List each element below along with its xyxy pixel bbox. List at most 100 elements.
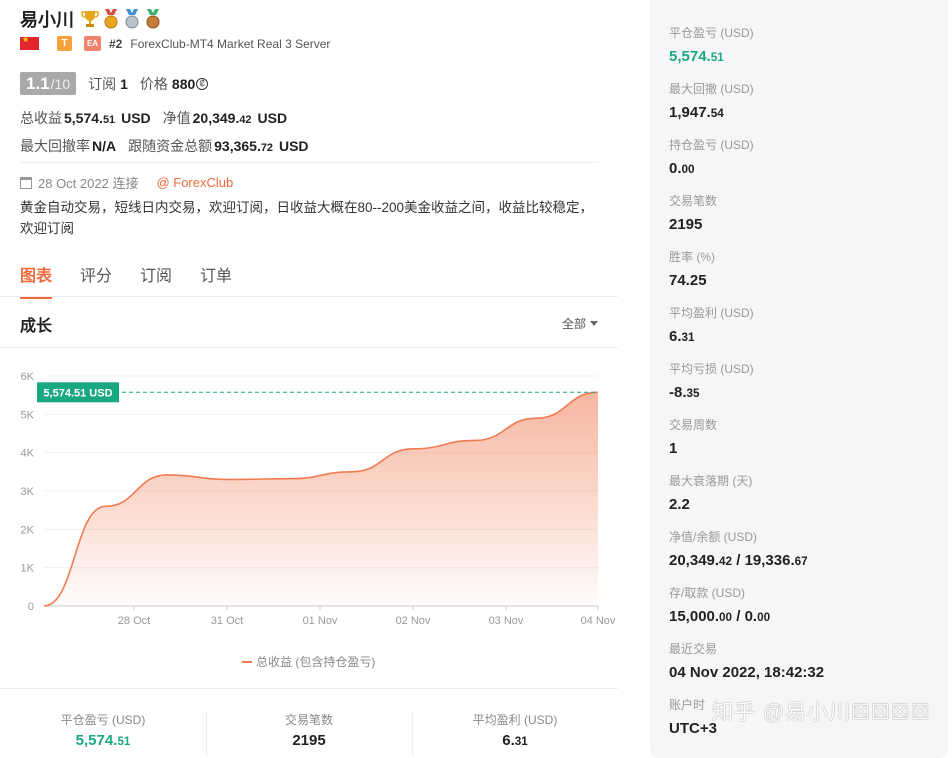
total-profit-unit: USD bbox=[121, 110, 151, 126]
stat-label: 平仓盈亏 (USD) bbox=[60, 713, 146, 727]
range-select-label: 全部 bbox=[561, 317, 586, 331]
badge-ea: EA bbox=[84, 36, 101, 51]
rating-badge: 1.1 /10 bbox=[20, 72, 77, 95]
stats-sidebar: 平仓盈亏 (USD) 5,574.51 最大回撤 (USD) 1,947.54 持仓… bbox=[650, 0, 948, 758]
stat-label: 最大回撤 (USD) bbox=[669, 82, 754, 96]
rating-max: /10 bbox=[50, 76, 71, 92]
stat-label: 存/取款 (USD) bbox=[669, 586, 745, 600]
stat-label: 交易笔数 bbox=[669, 194, 718, 208]
right-stat: 胜率 (%) 74.25 bbox=[669, 248, 715, 289]
right-stat: 交易笔数 2195 bbox=[669, 192, 717, 233]
gold-medal-icon bbox=[104, 9, 118, 29]
y-tick-label: 5K bbox=[21, 409, 35, 421]
equity-unit: USD bbox=[257, 110, 288, 126]
stat-label: 平均盈利 (USD) bbox=[472, 713, 558, 727]
stat-label: 平仓盈亏 (USD) bbox=[669, 26, 754, 40]
caret-down-icon bbox=[590, 321, 598, 326]
max-dd-value: N/A bbox=[92, 138, 117, 154]
stat-label: 平均盈利 (USD) bbox=[669, 306, 754, 320]
connected-date: 28 Oct 2022 连接 bbox=[38, 176, 139, 191]
stat-value: 20,349.42 / 19,336.67 bbox=[669, 552, 808, 569]
left-panel: 易小川 T EA #2 ForexClub-MT4 Market Real 3 … bbox=[0, 0, 618, 758]
tab-bar: 图表 评分 订阅 订单 bbox=[20, 262, 232, 299]
tab-rating[interactable]: 评分 bbox=[80, 262, 112, 299]
stat-label: 交易笔数 bbox=[284, 713, 333, 727]
right-stat: 平仓盈亏 (USD) 5,574.51 bbox=[669, 24, 754, 65]
right-stat: 持仓盈亏 (USD) 0.00 bbox=[669, 136, 754, 177]
range-select[interactable]: 全部 bbox=[562, 315, 598, 332]
watermark: 知乎 @易小川☒☒☒☒ bbox=[712, 701, 931, 724]
right-stat: 最近交易 04 Nov 2022, 18:42:32 bbox=[669, 640, 824, 681]
stat-value: 2.2 bbox=[669, 496, 690, 513]
stat-value: 1,947.54 bbox=[669, 104, 724, 121]
meta-row: T EA #2 ForexClub-MT4 Market Real 3 Serv… bbox=[20, 35, 331, 51]
title-row: 易小川 bbox=[20, 6, 162, 32]
legend-label: 总收益 (包含持仓盈亏) bbox=[256, 655, 376, 669]
stat-label: 最大衰落期 (天) bbox=[669, 474, 753, 488]
stat-label: 净值/余额 (USD) bbox=[669, 530, 757, 544]
right-stat: 存/取款 (USD) 15,000.00 / 0.00 bbox=[669, 584, 770, 625]
divider bbox=[20, 162, 598, 163]
stat-value: UTC+3 bbox=[669, 720, 717, 737]
x-tick-label: 28 Oct bbox=[118, 615, 150, 627]
stat-value: 0.00 bbox=[669, 160, 695, 177]
right-stat: 净值/余额 (USD) 20,349.42 / 19,336.67 bbox=[669, 528, 808, 569]
x-tick-label: 03 Nov bbox=[489, 615, 524, 627]
equity-label: 净值 bbox=[162, 110, 191, 126]
current-value-label: 5,574.51 USD bbox=[43, 387, 112, 399]
follow-funds-value: 93,365.72 bbox=[214, 138, 273, 154]
total-profit-value: 5,574.51 bbox=[64, 110, 116, 126]
right-stat: 交易周数 1 bbox=[669, 416, 717, 457]
growth-chart[interactable]: 0 1K 2K 3K 4K 5K 6K 28 Oct 31 Oct 01 Nov 02 Nov 03 … bbox=[0, 350, 618, 640]
strategy-name: 易小川 bbox=[20, 10, 74, 30]
chart-divider bbox=[0, 347, 618, 348]
silver-medal-icon bbox=[125, 9, 139, 29]
coin-icon: ₡ bbox=[196, 77, 209, 90]
bottom-stat-trades: 交易笔数 2195 bbox=[206, 689, 412, 758]
y-tick-label: 6K bbox=[21, 371, 35, 383]
stat-label: 平均亏损 (USD) bbox=[669, 362, 754, 376]
y-tick-label: 4K bbox=[21, 448, 35, 460]
calendar-icon bbox=[20, 176, 32, 189]
strategy-description: 黄金自动交易，短线日内交易，欢迎订阅，日收益大概在80--200美金收益之间，收… bbox=[20, 200, 594, 236]
chart-legend[interactable]: 总收益 (包含持仓盈亏) bbox=[242, 653, 375, 670]
tab-chart[interactable]: 图表 bbox=[20, 262, 53, 299]
stat-value: 2195 bbox=[292, 732, 326, 749]
rating-row: 1.1 /10 订阅 1 价格 880 ₡ bbox=[20, 72, 209, 95]
bottom-stat-closed-pnl: 平仓盈亏 (USD) 5,574.51 bbox=[0, 689, 206, 758]
tab-divider bbox=[0, 296, 618, 297]
x-tick-label: 31 Oct bbox=[211, 615, 243, 627]
price-value: 880 bbox=[171, 75, 196, 92]
stat-value: 04 Nov 2022, 18:42:32 bbox=[669, 664, 825, 681]
stat-value: -8.35 bbox=[669, 384, 700, 401]
y-tick-label: 0 bbox=[28, 601, 34, 613]
follow-funds-label: 跟随资金总额 bbox=[128, 138, 213, 154]
legend-swatch bbox=[242, 660, 252, 663]
x-tick-label: 04 Nov bbox=[581, 615, 616, 627]
stat-value: 74.25 bbox=[669, 272, 707, 289]
x-tick-label: 01 Nov bbox=[303, 615, 338, 627]
tab-orders[interactable]: 订单 bbox=[200, 262, 232, 299]
profit-line: 总收益 5,574.51 USD 净值 20,349.42 USD bbox=[20, 108, 291, 128]
server-name: ForexClub-MT4 Market Real 3 Server bbox=[130, 36, 331, 51]
y-tick-label: 3K bbox=[21, 486, 35, 498]
stat-label: 账户时 bbox=[669, 698, 706, 712]
stat-label: 持仓盈亏 (USD) bbox=[669, 138, 754, 152]
rating-value: 1.1 bbox=[26, 74, 50, 93]
broker-link[interactable]: @ ForexClub bbox=[156, 175, 233, 190]
stat-value: 5,574.51 bbox=[669, 48, 724, 65]
connection-row: 28 Oct 2022 连接 @ ForexClub bbox=[20, 173, 233, 192]
chart-title: 成长 bbox=[20, 318, 53, 335]
bronze-medal-icon bbox=[146, 9, 160, 29]
y-tick-label: 2K bbox=[21, 524, 35, 536]
price-label: 价格 bbox=[139, 75, 168, 92]
tab-subscribe[interactable]: 订阅 bbox=[140, 262, 172, 299]
right-stat: 平均亏损 (USD) -8.35 bbox=[669, 360, 754, 401]
stat-value: 1 bbox=[669, 440, 678, 457]
equity-value: 20,349.42 bbox=[192, 110, 252, 126]
stat-value: 6.31 bbox=[669, 328, 695, 345]
right-stat: 最大衰落期 (天) 2.2 bbox=[669, 472, 752, 513]
x-tick-label: 02 Nov bbox=[396, 615, 431, 627]
right-stat: 最大回撤 (USD) 1,947.54 bbox=[669, 80, 754, 121]
subscribe-count: 1 bbox=[120, 75, 128, 92]
